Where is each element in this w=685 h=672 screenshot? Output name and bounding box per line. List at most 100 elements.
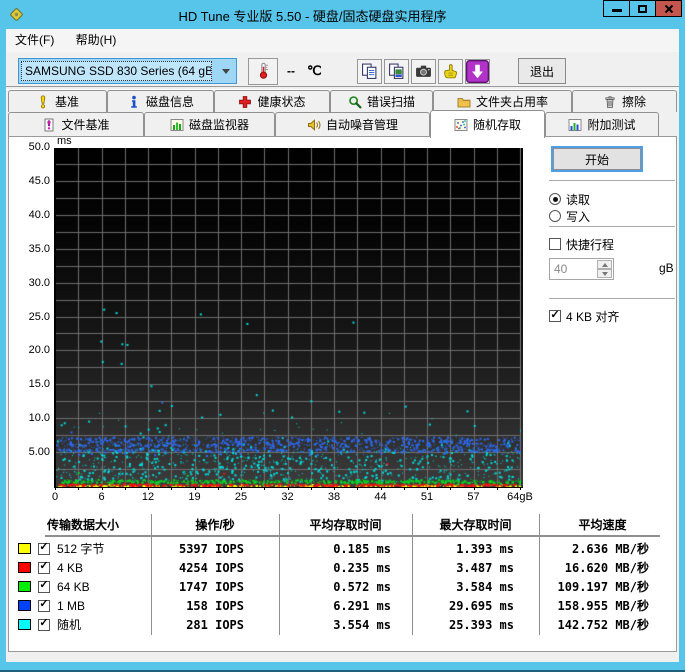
tab-health[interactable]: 健康状态 (214, 90, 330, 112)
start-button[interactable]: 开始 (553, 148, 641, 170)
axis-tick (125, 487, 126, 490)
table-cell-avg_speed: 2.636 MB/秒 (539, 540, 666, 557)
y-tick-label: 25.0 (10, 311, 50, 323)
tab-label: 自动噪音管理 (326, 116, 398, 133)
axis-tick (497, 487, 498, 490)
x-tick-label: 25 (222, 491, 260, 503)
series-swatch (18, 600, 31, 611)
series-swatch (18, 619, 31, 630)
x-tick-label: 12 (129, 491, 167, 503)
series-swatch (18, 581, 31, 592)
temperature-button[interactable] (248, 58, 278, 85)
tab-erase[interactable]: 擦除 (572, 90, 677, 112)
table-cell-ops: 4254 IOPS (151, 561, 279, 575)
y-tick-label: 50.0 (10, 141, 50, 153)
table-cell-ops: 281 IOPS (151, 618, 279, 632)
tab-aam[interactable]: 自动噪音管理 (275, 112, 430, 136)
tab-random-access[interactable]: 随机存取 (430, 110, 545, 138)
menu-help[interactable]: 帮助(H) (67, 29, 126, 52)
series-checkbox[interactable] (38, 600, 50, 612)
divider (549, 226, 675, 230)
axis-tick (311, 487, 312, 490)
temperature-value: -- (287, 64, 295, 78)
tab-disk-info[interactable]: 磁盘信息 (107, 90, 214, 112)
exit-button[interactable]: 退出 (518, 58, 566, 84)
hand-icon (442, 63, 459, 80)
client-area: 文件(F) 帮助(H) SAMSUNG SSD 830 Series (64 g… (6, 29, 679, 662)
axis-tick (288, 487, 289, 490)
short-stroke-row[interactable]: 快捷行程 (549, 237, 614, 251)
y-tick-label: 20.0 (10, 344, 50, 356)
y-tick-label: 40.0 (10, 209, 50, 221)
y-tick-label: 30.0 (10, 277, 50, 289)
speaker-icon (307, 118, 321, 132)
read-radio[interactable] (549, 193, 561, 205)
menu-file[interactable]: 文件(F) (6, 29, 63, 52)
capacity-spinner[interactable]: 40 (549, 258, 614, 280)
copy-text-icon-button[interactable] (357, 59, 382, 84)
table-cell-ops: 1747 IOPS (151, 580, 279, 594)
short-stroke-checkbox[interactable] (549, 238, 561, 250)
tab-folder-usage[interactable]: 文件夹占用率 (433, 90, 572, 112)
tab-row-2: 文件基准 磁盘监视器 自动噪音管理 随机存取附加测试 (8, 112, 659, 136)
table-cell-avg_speed: 16.620 MB/秒 (539, 559, 666, 576)
tab-file-benchmark[interactable]: 文件基准 (8, 112, 144, 136)
file-benchmark-icon (42, 118, 56, 132)
table-cell-avg_access: 0.572 ms (279, 580, 412, 594)
align-row[interactable]: 4 KB 对齐 (549, 309, 619, 323)
tab-benchmark[interactable]: 基准 (8, 90, 107, 112)
series-label: 随机 (57, 616, 81, 633)
random-access-page: ms 50.045.040.035.030.025.020.015.010.05… (8, 136, 677, 652)
window-title: HD Tune 专业版 5.50 - 硬盘/固态硬盘实用程序 (40, 6, 585, 25)
results-table: 传输数据大小操作/秒平均存取时间最大存取时间平均速度 512 字节5397 IO… (15, 514, 666, 535)
table-header-cell: 操作/秒 (151, 516, 279, 533)
camera-icon-button[interactable] (411, 59, 436, 84)
divider (549, 180, 675, 184)
align-checkbox[interactable] (549, 310, 561, 322)
folder-icon (457, 95, 471, 109)
x-tick-label: 44 (362, 491, 400, 503)
axis-tick (450, 487, 451, 490)
tab-error-scan[interactable]: 错误扫描 (330, 90, 433, 112)
scatter-plot (54, 148, 523, 488)
tab-extra-tests[interactable]: 附加测试 (545, 112, 659, 136)
tab-label: 错误扫描 (367, 93, 415, 110)
maximize-button[interactable] (629, 0, 656, 17)
table-cell-ops: 158 IOPS (151, 599, 279, 613)
close-button[interactable] (655, 0, 682, 17)
spinner-down-button[interactable] (597, 269, 612, 278)
tab-disk-monitor[interactable]: 磁盘监视器 (144, 112, 275, 136)
hand-icon-button[interactable] (438, 59, 463, 84)
tab-label: 文件基准 (61, 116, 109, 133)
tab-row-1: 基准磁盘信息健康状态 错误扫描 文件夹占用率擦除 (8, 90, 677, 112)
table-row: 64 KB1747 IOPS0.572 ms3.584 ms109.197 MB… (15, 577, 666, 596)
table-cell-ops: 5397 IOPS (151, 542, 279, 556)
drive-selector-value: SAMSUNG SSD 830 Series (64 gB) (21, 61, 212, 81)
spinner-up-button[interactable] (597, 260, 612, 269)
divider (549, 298, 675, 302)
write-radio[interactable] (549, 210, 561, 222)
series-checkbox[interactable] (38, 581, 50, 593)
capacity-value: 40 (554, 262, 567, 276)
series-checkbox[interactable] (38, 619, 50, 631)
write-radio-row[interactable]: 写入 (549, 209, 590, 223)
copy-image-icon-button[interactable] (384, 59, 409, 84)
random-access-icon (454, 118, 468, 132)
minimize-button[interactable] (603, 0, 630, 17)
axis-tick (357, 487, 358, 490)
table-cell-avg_speed: 142.752 MB/秒 (539, 616, 666, 633)
y-tick-label: 45.0 (10, 175, 50, 187)
y-tick-label: 15.0 (10, 378, 50, 390)
error-scan-icon (348, 95, 362, 109)
series-label: 4 KB (57, 561, 83, 575)
tab-label: 磁盘监视器 (189, 116, 249, 133)
read-radio-row[interactable]: 读取 (549, 192, 590, 206)
series-checkbox[interactable] (38, 543, 50, 555)
series-checkbox[interactable] (38, 562, 50, 574)
update-icon-button[interactable] (465, 59, 490, 84)
axis-tick (78, 487, 79, 490)
scatter-canvas (56, 148, 521, 487)
drive-selector[interactable]: SAMSUNG SSD 830 Series (64 gB) (18, 58, 237, 84)
app-icon (9, 7, 24, 22)
table-cell-max_access: 25.393 ms (412, 618, 539, 632)
